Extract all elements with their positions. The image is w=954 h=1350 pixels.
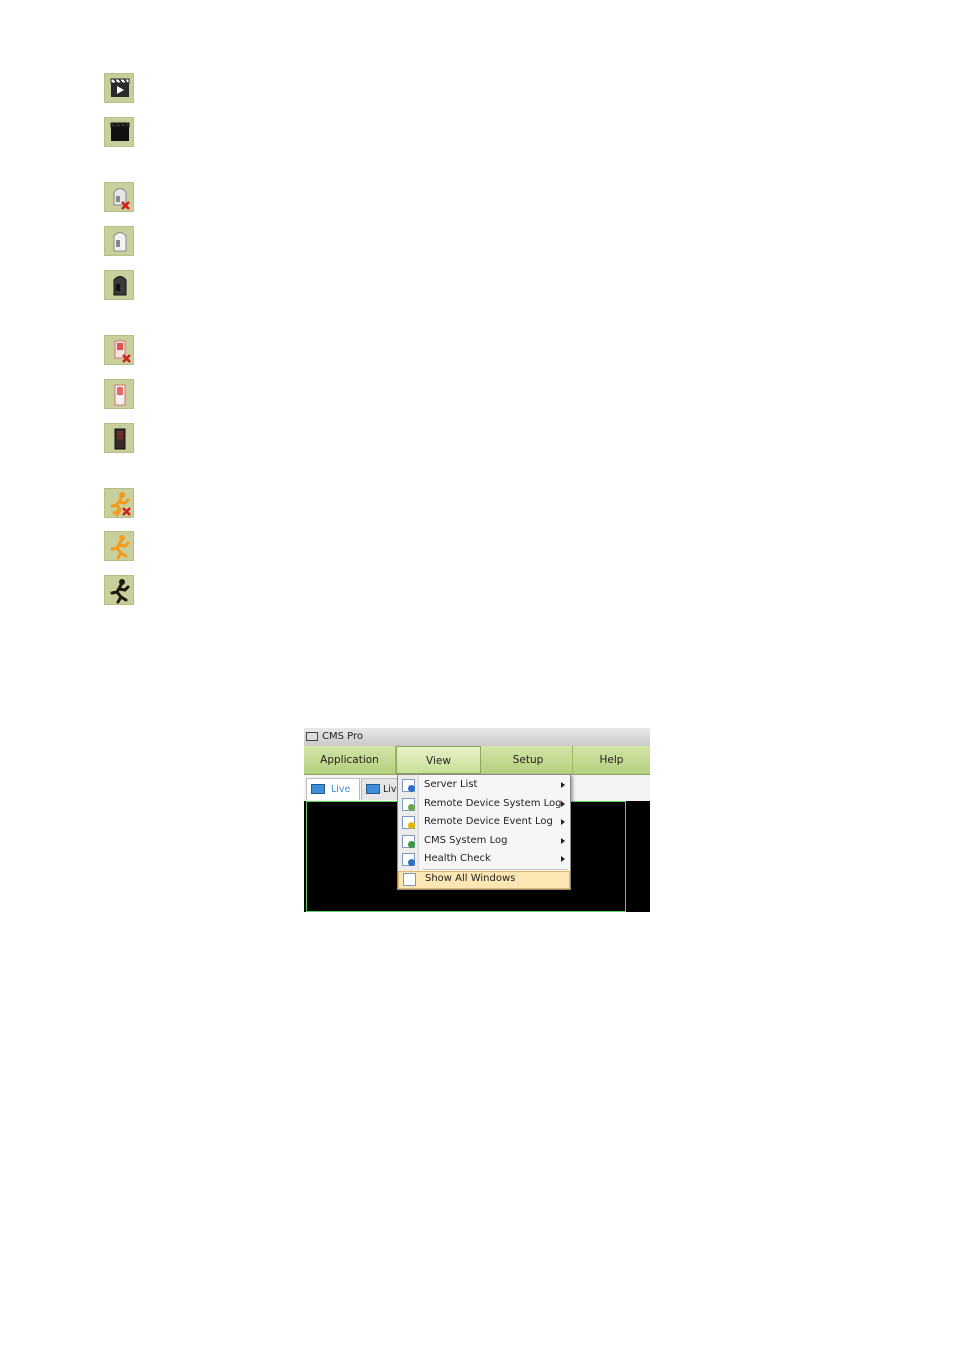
warning-window-icon	[402, 816, 415, 829]
info-window-icon	[402, 853, 415, 866]
camera-disconnected-icon	[104, 182, 134, 212]
menu-item-remote-device-system-log[interactable]: Remote Device System Log	[398, 796, 570, 814]
app-icon	[306, 732, 318, 741]
info-window-icon	[402, 779, 415, 792]
sensor-connected-icon	[104, 379, 134, 409]
window-icon	[403, 873, 416, 886]
menu-item-server-list[interactable]: Server List	[398, 777, 570, 795]
tab-live-1[interactable]: Live 1	[306, 778, 360, 817]
menu-separator	[422, 869, 568, 870]
video-pane-2[interactable]	[625, 801, 650, 912]
sensor-dark-icon	[104, 423, 134, 453]
motion-dark-icon	[104, 575, 134, 605]
submenu-arrow-icon	[561, 801, 565, 807]
menu-view[interactable]: View	[396, 746, 481, 774]
submenu-arrow-icon	[561, 782, 565, 788]
submenu-arrow-icon	[561, 819, 565, 825]
menu-item-show-all-windows[interactable]: Show All Windows	[398, 871, 570, 889]
sensor-disconnected-icon	[104, 335, 134, 365]
view-dropdown-menu: Server List Remote Device System Log Rem…	[397, 774, 571, 890]
log-window-icon	[402, 798, 415, 811]
camera-connected-icon	[104, 226, 134, 256]
monitor-icon	[366, 784, 380, 794]
menu-application[interactable]: Application	[304, 746, 396, 774]
menu-item-remote-device-event-log[interactable]: Remote Device Event Log	[398, 814, 570, 832]
menu-help[interactable]: Help	[573, 746, 650, 774]
title-bar: CMS Pro	[304, 728, 650, 746]
submenu-arrow-icon	[561, 856, 565, 862]
menu-item-cms-system-log[interactable]: CMS System Log	[398, 833, 570, 851]
menu-setup[interactable]: Setup	[484, 746, 573, 774]
menu-bar: Application View Setup Help	[304, 746, 650, 775]
submenu-arrow-icon	[561, 838, 565, 844]
cms-pro-window: CMS Pro Application View Setup Help Live…	[304, 728, 650, 912]
clapperboard-play-icon	[104, 73, 134, 103]
monitor-icon	[311, 784, 325, 794]
motion-active-icon	[104, 531, 134, 561]
check-window-icon	[402, 835, 415, 848]
menu-item-health-check[interactable]: Health Check	[398, 851, 570, 869]
camera-dark-icon	[104, 270, 134, 300]
motion-disconnected-icon	[104, 488, 134, 518]
clapperboard-dark-icon	[104, 117, 134, 147]
window-title: CMS Pro	[322, 731, 364, 742]
tab-live-2[interactable]: Liv	[361, 778, 401, 800]
